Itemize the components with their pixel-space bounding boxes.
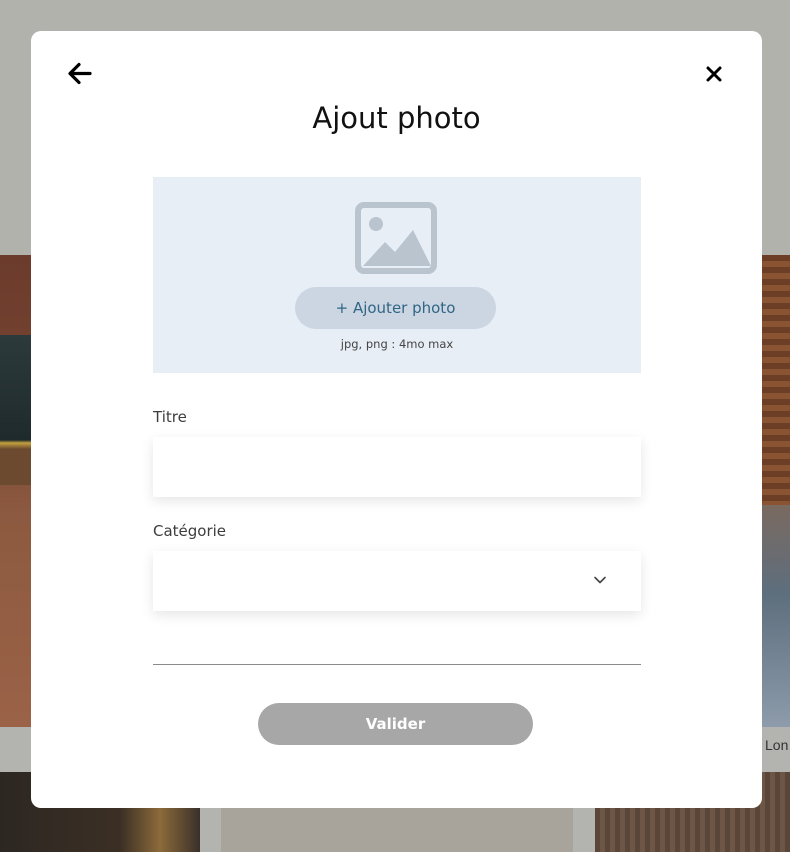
modal-title: Ajout photo [312, 101, 481, 135]
image-placeholder-icon [355, 202, 437, 274]
title-input[interactable] [153, 437, 641, 497]
gallery-caption: Lon [765, 737, 789, 753]
gallery-photo-right [762, 255, 790, 727]
add-photo-modal: Ajout photo + Ajouter photo jpg, png : 4… [31, 31, 762, 808]
gallery-photo-left [0, 255, 31, 727]
close-icon [706, 66, 722, 82]
form-divider [153, 664, 641, 665]
title-label: Titre [153, 408, 187, 426]
category-select[interactable] [153, 551, 641, 611]
add-photo-button[interactable]: + Ajouter photo [295, 287, 496, 329]
submit-button[interactable]: Valider [258, 703, 533, 745]
category-label: Catégorie [153, 522, 227, 540]
interior-image [762, 505, 790, 727]
photo-upload-area[interactable]: + Ajouter photo jpg, png : 4mo max [153, 177, 641, 373]
lamp-image [0, 335, 31, 485]
arrow-left-icon [68, 62, 92, 85]
back-button[interactable] [64, 59, 94, 89]
chevron-down-icon [594, 576, 606, 584]
file-format-hint: jpg, png : 4mo max [340, 337, 454, 351]
close-button[interactable] [703, 63, 725, 85]
